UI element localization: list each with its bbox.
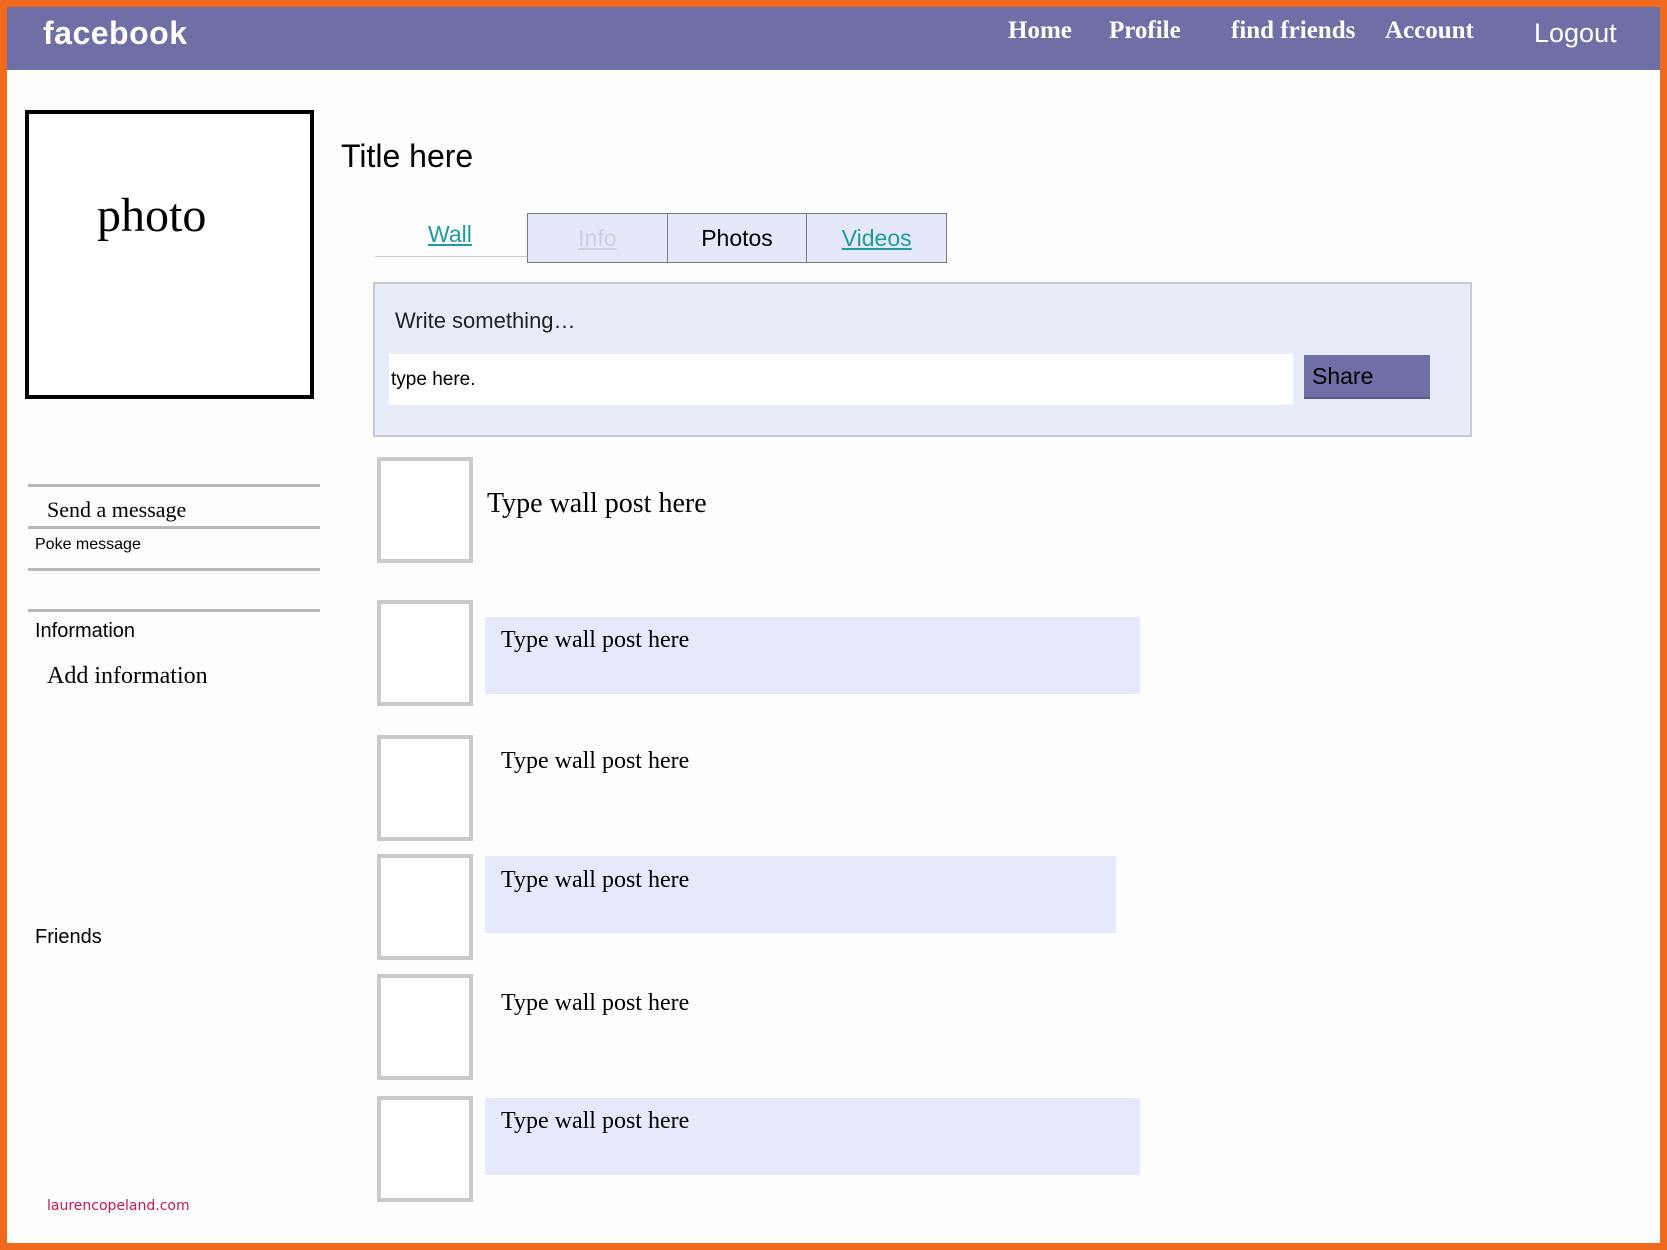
nav-home[interactable]: Home	[1008, 17, 1072, 45]
wall-post: Type wall post here	[485, 1098, 1140, 1175]
photo-label: photo	[97, 189, 207, 242]
send-message-link[interactable]: Send a message	[47, 497, 186, 523]
tab-wall-container: Wall	[375, 213, 528, 257]
composer-label: Write something…	[395, 308, 576, 333]
wall-composer: Write something… Share	[373, 282, 1472, 437]
sidebar-divider	[28, 609, 320, 612]
post-avatar[interactable]	[377, 735, 473, 841]
sidebar-divider	[28, 568, 320, 571]
page-frame: facebook Home Profile find friends Accou…	[0, 0, 1667, 1250]
post-avatar[interactable]	[377, 600, 473, 706]
post-avatar[interactable]	[377, 457, 473, 563]
friends-heading: Friends	[35, 926, 102, 948]
add-information-link[interactable]: Add information	[47, 663, 208, 690]
post-avatar[interactable]	[377, 974, 473, 1080]
post-avatar[interactable]	[377, 1096, 473, 1202]
profile-photo-placeholder[interactable]: photo	[25, 110, 314, 399]
wall-post-text: Type wall post here	[501, 748, 690, 774]
wall-post-text: Type wall post here	[501, 990, 690, 1016]
share-button[interactable]: Share	[1304, 355, 1430, 399]
page-title: Title here	[341, 138, 474, 174]
wall-post-input[interactable]	[389, 354, 1293, 405]
profile-tabs: Info Photos Videos	[527, 213, 947, 263]
information-heading: Information	[35, 620, 136, 642]
nav-account[interactable]: Account	[1385, 17, 1474, 45]
tab-videos[interactable]: Videos	[807, 214, 946, 262]
watermark: laurencopeland.com	[47, 1198, 190, 1214]
nav-find-friends[interactable]: find friends	[1231, 17, 1355, 45]
poke-message-link[interactable]: Poke message	[35, 536, 141, 554]
facebook-logo[interactable]: facebook	[43, 15, 187, 52]
tab-wall[interactable]: Wall	[428, 221, 472, 248]
post-avatar[interactable]	[377, 854, 473, 960]
logout-link[interactable]: Logout	[1534, 18, 1617, 49]
nav-profile[interactable]: Profile	[1109, 17, 1181, 45]
tab-info[interactable]: Info	[528, 214, 668, 262]
wall-post-text: Type wall post here	[501, 867, 690, 893]
wall-post-text: Type wall post here	[501, 627, 690, 653]
sidebar-divider	[28, 484, 320, 487]
tab-photos[interactable]: Photos	[668, 214, 808, 262]
top-navigation-bar: facebook Home Profile find friends Accou…	[7, 7, 1660, 70]
wall-post-text: Type wall post here	[487, 488, 707, 519]
sidebar-divider	[28, 526, 320, 529]
wall-post: Type wall post here	[485, 856, 1116, 933]
wall-post: Type wall post here	[485, 617, 1140, 694]
wall-post-text: Type wall post here	[501, 1108, 690, 1134]
